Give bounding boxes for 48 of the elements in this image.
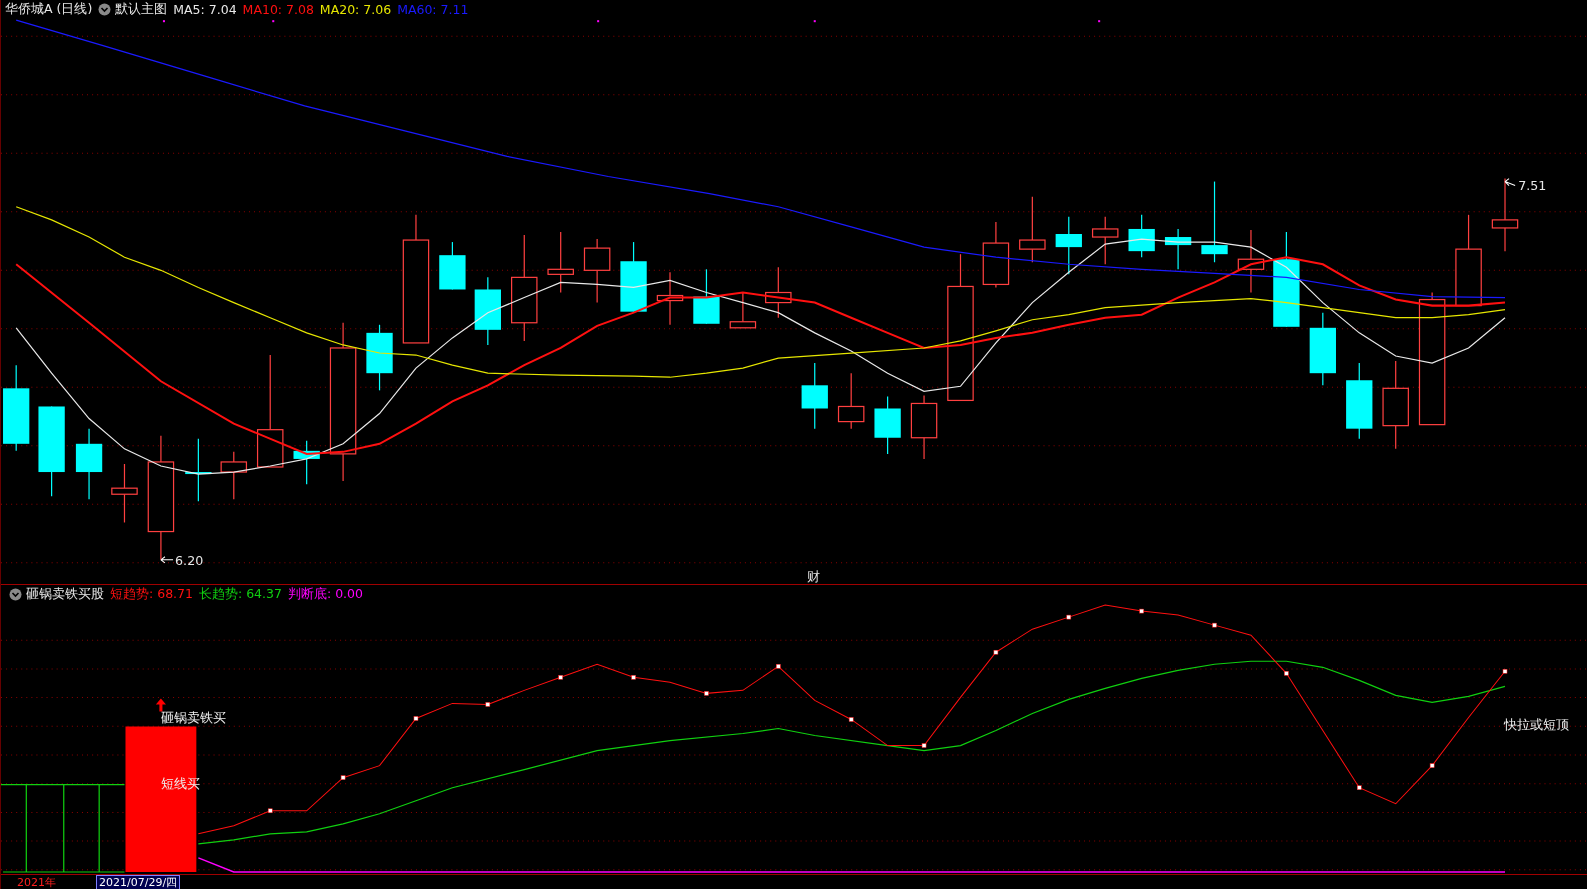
candlestick — [620, 241, 647, 313]
up-arrow-icon — [155, 698, 166, 712]
ma-reading: MA5: 7.04 — [173, 2, 237, 17]
pointer-arrow-icon — [160, 556, 174, 564]
candlestick — [1019, 196, 1046, 263]
signal-label: 砸锅卖铁买 — [160, 710, 227, 726]
candlestick — [656, 271, 684, 326]
candlestick — [874, 395, 901, 455]
indicator-title: 砸锅卖铁买股 — [26, 586, 104, 603]
candlestick — [474, 276, 501, 346]
high-price-label: 7.51 — [1518, 177, 1547, 193]
candlestick — [982, 221, 1010, 289]
candlestick — [439, 241, 466, 291]
ma-reading: MA20: 7.06 — [319, 2, 392, 17]
signal-label: 快拉或短顶 — [1504, 717, 1570, 733]
dropdown-icon[interactable] — [98, 3, 112, 16]
candlestick — [729, 291, 757, 329]
indicator-reading: 长趋势: 64.37 — [199, 586, 282, 603]
candlestick — [1237, 229, 1265, 294]
indicator-reading: 短趋势: 68.71 — [110, 586, 193, 603]
candlestick — [837, 372, 865, 430]
indicator-reading: 判断底: 0.00 — [287, 586, 363, 603]
candlestick — [1091, 216, 1119, 265]
candlestick — [185, 438, 212, 502]
event-marker[interactable]: 财 — [806, 569, 820, 584]
pointer-arrow-icon — [1504, 178, 1516, 187]
candlestick — [547, 231, 574, 294]
date-label: 2021/07/29/四 — [96, 874, 181, 889]
candlestick — [1164, 228, 1192, 270]
candlestick — [220, 451, 248, 500]
template-label[interactable]: 默认主图 — [115, 1, 168, 18]
candlestick — [111, 463, 138, 524]
candlestick — [583, 238, 611, 304]
chart-title: 华侨城A (日线) — [5, 1, 93, 18]
candlestick — [366, 324, 393, 391]
ma-reading: MA60: 7.11 — [397, 2, 469, 17]
ma-reading: MA10: 7.08 — [242, 2, 314, 17]
low-price-label: 6.20 — [175, 552, 204, 568]
candlestick — [75, 428, 103, 500]
candlestick — [1128, 214, 1155, 258]
candlestick — [801, 362, 828, 430]
candlestick — [1055, 216, 1082, 275]
candlestick — [293, 440, 320, 485]
dropdown-icon[interactable] — [9, 588, 22, 601]
candlestick — [910, 394, 938, 460]
date-label: 2021年 — [16, 875, 57, 889]
candlestick — [693, 268, 720, 325]
candlestick — [765, 266, 792, 319]
